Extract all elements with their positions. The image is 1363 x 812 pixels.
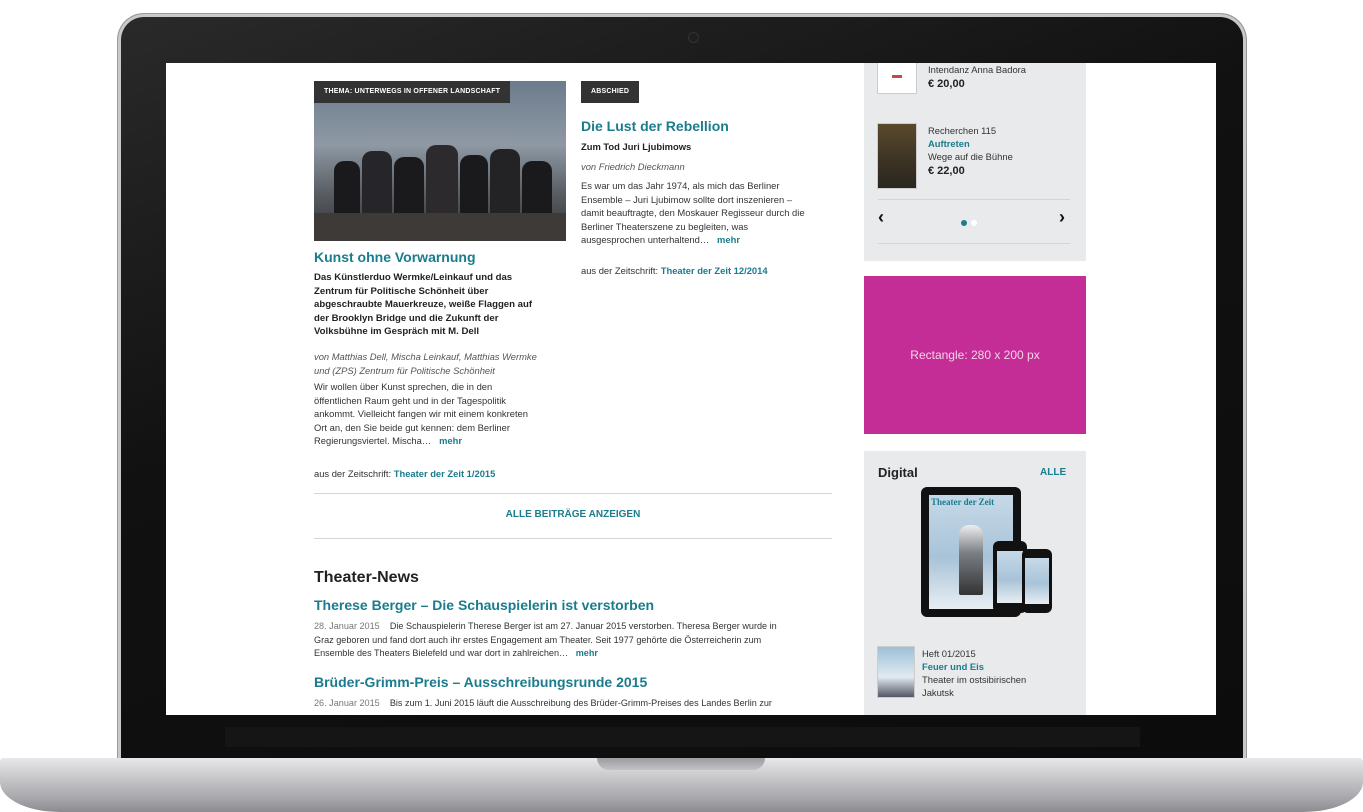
issue-title[interactable]: Feuer und Eis <box>922 660 984 674</box>
news-item-title[interactable]: Brüder-Grimm-Preis – Ausschreibungsrunde… <box>314 674 647 690</box>
book-subtitle: Intendanz Anna Badora <box>928 64 1026 75</box>
carousel-dot-active[interactable] <box>961 220 967 226</box>
book-cover[interactable] <box>878 124 916 188</box>
photo-ground <box>314 213 566 241</box>
article-body: Es war um das Jahr 1974, als mich das Be… <box>581 180 805 245</box>
ad-placeholder[interactable]: Rectangle: 280 x 200 px <box>864 276 1086 434</box>
book-subtitle: Wege auf die Bühne <box>928 151 1013 162</box>
carousel-next-icon[interactable]: › <box>1059 207 1065 228</box>
more-link[interactable]: mehr <box>717 234 740 245</box>
article-tag[interactable]: ABSCHIED <box>581 81 640 103</box>
article-source: aus der Zeitschrift: Theater der Zeit 1/… <box>314 468 496 479</box>
article-title[interactable]: Die Lust der Rebellion <box>581 118 729 134</box>
book-price: € 20,00 <box>928 78 965 90</box>
more-link[interactable]: mehr <box>439 435 462 446</box>
laptop-chin <box>225 727 1140 747</box>
divider <box>878 199 1070 200</box>
carousel-dot[interactable] <box>971 220 977 226</box>
digital-heading: Digital <box>878 465 918 480</box>
article-title[interactable]: Kunst ohne Vorwarnung <box>314 249 476 265</box>
all-posts-link[interactable]: ALLE BEITRÄGE ANZEIGEN <box>314 509 832 520</box>
article-body: Wir wollen über Kunst sprechen, die in d… <box>314 381 528 446</box>
news-heading: Theater-News <box>314 569 419 586</box>
article-source: aus der Zeitschrift: Theater der Zeit 12… <box>581 265 768 276</box>
article-subtitle: Das Künstlerduo Wermke/Leinkauf und das … <box>314 272 533 337</box>
digital-box: Digital ALLE Theater der Zeit Heft 01/20… <box>864 451 1086 715</box>
news-date: 26. Januar 2015 <box>314 698 380 708</box>
more-link[interactable]: mehr <box>576 648 598 658</box>
cover-image <box>959 525 983 595</box>
source-link[interactable]: Theater der Zeit 1/2015 <box>394 468 496 479</box>
news-item-title[interactable]: Therese Berger – Die Schauspielerin ist … <box>314 597 654 613</box>
laptop-notch <box>597 758 765 770</box>
source-link[interactable]: Theater der Zeit 12/2014 <box>661 265 768 276</box>
issue-subtitle: Jakutsk <box>922 687 954 698</box>
phone-device[interactable] <box>1022 549 1052 613</box>
news-date: 28. Januar 2015 <box>314 621 380 631</box>
book-series: Recherchen 115 <box>928 125 997 136</box>
article-subtitle: Zum Tod Juri Ljubimows <box>581 141 692 152</box>
article-tag[interactable]: THEMA: UNTERWEGS IN OFFENER LANDSCHAFT <box>314 81 511 103</box>
divider <box>314 493 832 494</box>
book-carousel: Intendanz Anna Badora € 20,00 Recherchen… <box>864 63 1086 261</box>
article-photo[interactable] <box>314 81 566 241</box>
book-price: € 22,00 <box>928 165 965 177</box>
issue-number: Heft 01/2015 <box>922 648 976 659</box>
issue-subtitle: Theater im ostsibirischen <box>922 674 1027 685</box>
digital-all-link[interactable]: ALLE <box>1040 467 1066 478</box>
issue-cover[interactable] <box>878 647 914 697</box>
webcam-icon <box>689 33 698 42</box>
article-author: von Friedrich Dieckmann <box>581 161 685 172</box>
book-title[interactable]: Auftreten <box>928 137 970 151</box>
news-item-body: 26. Januar 2015 Bis zum 1. Juni 2015 läu… <box>314 698 772 708</box>
carousel-prev-icon[interactable]: ‹ <box>878 207 884 228</box>
book-cover[interactable] <box>878 63 916 93</box>
divider <box>314 538 832 539</box>
article-author: von Matthias Dell, Mischa Leinkauf, Matt… <box>314 351 537 376</box>
website-screen: THEMA: UNTERWEGS IN OFFENER LANDSCHAFT K… <box>166 63 1216 715</box>
news-item-body: 28. Januar 2015 Die Schauspielerin There… <box>314 621 777 658</box>
magazine-title: Theater der Zeit <box>931 497 995 507</box>
divider <box>878 243 1070 244</box>
